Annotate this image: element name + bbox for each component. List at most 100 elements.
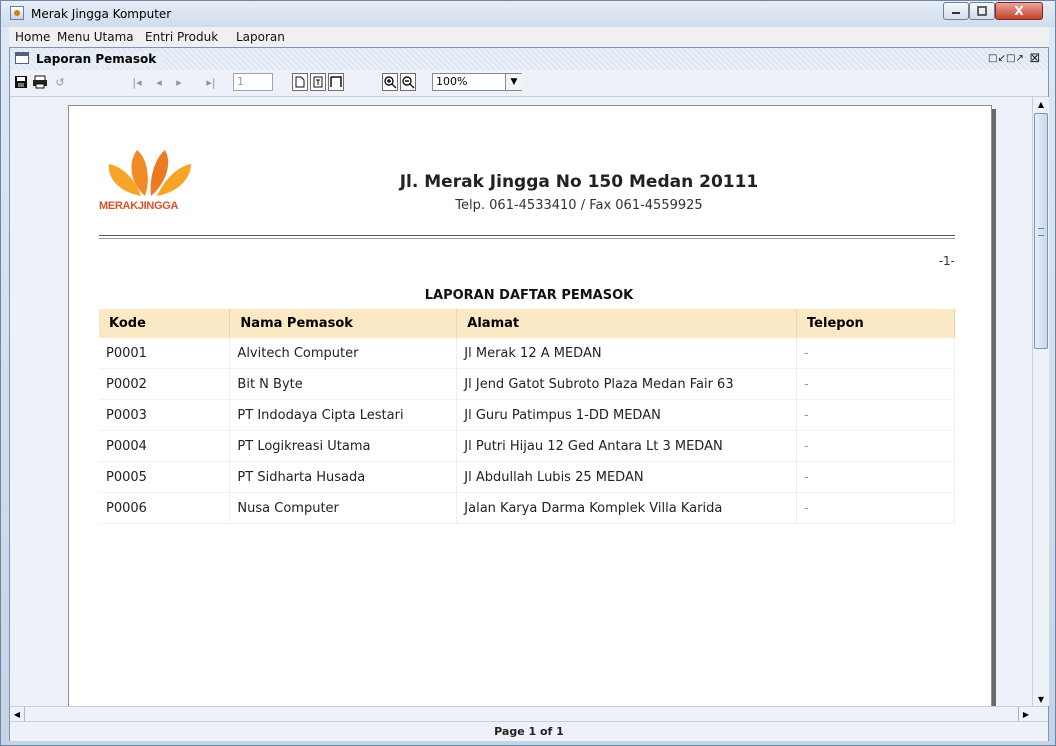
frame-icon: [15, 52, 29, 64]
minimize-button[interactable]: [943, 2, 969, 20]
scroll-left-icon[interactable]: ◀: [10, 707, 25, 721]
scroll-right-icon[interactable]: ▶: [1018, 707, 1033, 721]
fit-page-button[interactable]: [310, 73, 326, 91]
cell-nama: Bit N Byte: [229, 368, 458, 400]
table-row: P0002 Bit N Byte Jl Jend Gatot Subroto Pla…: [99, 368, 955, 400]
minimize-icon: [952, 12, 960, 14]
print-button[interactable]: [32, 73, 48, 91]
table-row: P0004 PT Logikreasi Utama Jl Putri Hijau 1…: [99, 430, 955, 462]
cell-kode: P0003: [99, 399, 231, 431]
printer-icon: [33, 75, 47, 89]
cell-alamat: Jalan Karya Darma Komplek Villa Karida: [456, 492, 798, 524]
page-number: -1-: [938, 254, 955, 268]
zoom-in-button[interactable]: [382, 73, 398, 91]
chevron-down-icon[interactable]: ▼: [505, 74, 522, 90]
restore-icon[interactable]: □↗: [1006, 52, 1024, 65]
cell-kode: P0002: [99, 368, 231, 400]
page-number-input[interactable]: 1: [233, 73, 273, 91]
fit-width-button[interactable]: [328, 73, 344, 91]
next-page-button[interactable]: ▸: [171, 73, 187, 91]
cell-alamat: Jl Jend Gatot Subroto Plaza Medan Fair 6…: [456, 368, 798, 400]
company-address: Jl. Merak Jingga No 150 Medan 20111: [399, 172, 759, 192]
column-header-telepon: Telepon: [796, 309, 955, 338]
menu-bar: Home Menu Utama Entri Produk Laporan: [9, 27, 1049, 48]
page-status: Page 1 of 1: [494, 725, 564, 738]
cell-nama: Alvitech Computer: [229, 338, 458, 369]
vertical-scrollbar[interactable]: ▲ ▼: [1032, 97, 1049, 706]
grip-icon: [1038, 228, 1044, 236]
table-row: P0001 Alvitech Computer Jl Merak 12 A MEDA…: [99, 338, 955, 369]
cell-telepon: -: [796, 338, 955, 369]
table-header-row: Kode Nama Pemasok Alamat Telepon: [99, 309, 955, 338]
save-icon: [15, 76, 27, 88]
report-toolbar: ↺ |◂ ◂ ▸ ▸| 1 100% ▼: [10, 70, 1048, 97]
cell-nama: Nusa Computer: [229, 492, 458, 524]
zoom-out-button[interactable]: [400, 73, 416, 91]
header-divider-secondary: [99, 238, 955, 239]
zoom-out-icon: [401, 75, 414, 88]
cell-telepon: -: [796, 461, 955, 493]
save-button[interactable]: [13, 73, 29, 91]
column-header-kode: Kode: [99, 309, 231, 338]
previous-page-button[interactable]: ◂: [151, 73, 167, 91]
internal-frame-title: Laporan Pemasok: [36, 52, 165, 66]
cell-telepon: -: [796, 399, 955, 431]
actual-size-button[interactable]: [292, 73, 308, 91]
previous-page-icon: ◂: [156, 75, 162, 89]
maximize-button[interactable]: [969, 2, 995, 20]
first-page-button[interactable]: |◂: [129, 73, 145, 91]
close-button[interactable]: X: [995, 2, 1043, 20]
java-app-icon: [10, 6, 24, 20]
cell-nama: PT Indodaya Cipta Lestari: [229, 399, 458, 431]
menu-home[interactable]: Home: [15, 30, 50, 44]
cell-alamat: Jl Guru Patimpus 1-DD MEDAN: [456, 399, 798, 431]
horizontal-scrollbar[interactable]: ◀ ▶: [10, 706, 1048, 721]
table-row: P0003 PT Indodaya Cipta Lestari Jl Guru Pa…: [99, 399, 955, 431]
cell-alamat: Jl Putri Hijau 12 Ged Antara Lt 3 MEDAN: [456, 430, 798, 462]
cell-telepon: -: [796, 430, 955, 462]
cell-nama: PT Logikreasi Utama: [229, 430, 458, 462]
window-title: Merak Jingga Komputer: [31, 7, 172, 21]
cell-alamat: Jl Merak 12 A MEDAN: [456, 338, 798, 369]
report-viewport: MERAKJINGGA Jl. Merak Jingga No 150 Meda…: [10, 97, 1032, 706]
cell-kode: P0004: [99, 430, 231, 462]
vertical-scroll-thumb[interactable]: [1034, 113, 1048, 349]
zoom-value: 100%: [436, 75, 468, 88]
menu-entri-produk[interactable]: Entri Produk: [145, 30, 218, 44]
cell-kode: P0005: [99, 461, 231, 493]
app-window: Merak Jingga Komputer X Home Menu Utama …: [0, 0, 1056, 746]
next-page-icon: ▸: [176, 75, 182, 89]
header-divider: [99, 235, 955, 236]
merakjingga-logo: MERAKJINGGA: [99, 144, 209, 224]
title-bar[interactable]: Merak Jingga Komputer X: [1, 1, 1055, 27]
reload-button[interactable]: ↺: [52, 73, 68, 91]
logo-text: MERAKJINGGA: [99, 200, 179, 212]
cell-alamat: Jl Abdullah Lubis 25 MEDAN: [456, 461, 798, 493]
report-page: MERAKJINGGA Jl. Merak Jingga No 150 Meda…: [68, 105, 992, 706]
zoom-select[interactable]: 100% ▼: [432, 73, 522, 91]
cell-kode: P0006: [99, 492, 231, 524]
report-title: LAPORAN DAFTAR PEMASOK: [424, 288, 634, 303]
last-page-button[interactable]: ▸|: [203, 73, 219, 91]
first-page-icon: |◂: [132, 75, 142, 89]
cell-telepon: -: [796, 368, 955, 400]
scroll-up-icon[interactable]: ▲: [1033, 97, 1049, 111]
cell-telepon: -: [796, 492, 955, 524]
zoom-in-icon: [383, 75, 396, 88]
column-header-alamat: Alamat: [456, 309, 798, 338]
supplier-table: Kode Nama Pemasok Alamat Telepon P0001 Al…: [99, 309, 955, 524]
page-actual-icon: [295, 76, 305, 88]
cell-nama: PT Sidharta Husada: [229, 461, 458, 493]
logo-flower-icon: [108, 150, 191, 196]
column-header-nama-pemasok: Nama Pemasok: [229, 309, 458, 338]
iconify-icon[interactable]: □↙: [988, 52, 1006, 65]
menu-utama[interactable]: Menu Utama: [57, 30, 134, 44]
table-row: P0006 Nusa Computer Jalan Karya Darma Komp…: [99, 492, 955, 524]
close-icon: X: [1014, 4, 1024, 18]
frame-close-icon[interactable]: ⊠: [1028, 52, 1042, 65]
scroll-down-icon[interactable]: ▼: [1033, 692, 1049, 706]
reload-icon: ↺: [55, 75, 65, 89]
company-contact: Telp. 061-4533410 / Fax 061-4559925: [455, 198, 703, 213]
internal-frame-title-bar[interactable]: Laporan Pemasok □↙ □↗ ⊠: [10, 48, 1048, 71]
menu-laporan[interactable]: Laporan: [236, 30, 285, 44]
